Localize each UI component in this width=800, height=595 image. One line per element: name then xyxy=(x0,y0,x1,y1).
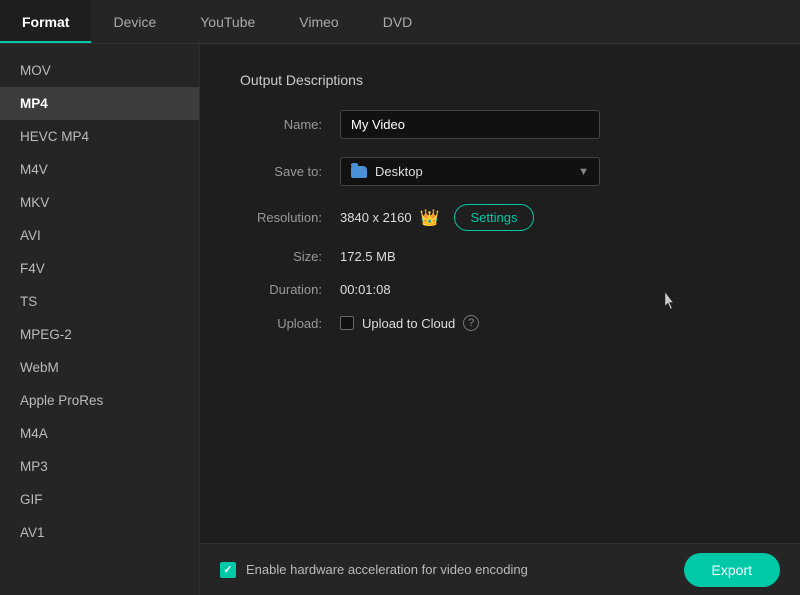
sidebar-item-ts[interactable]: TS xyxy=(0,285,199,318)
tab-vimeo[interactable]: Vimeo xyxy=(277,0,360,43)
hardware-accel-checkbox[interactable] xyxy=(220,562,236,578)
save-to-value: Desktop xyxy=(375,164,423,179)
sidebar-item-gif[interactable]: GIF xyxy=(0,483,199,516)
sidebar-item-mp3[interactable]: MP3 xyxy=(0,450,199,483)
bottom-bar: Enable hardware acceleration for video e… xyxy=(200,543,800,595)
sidebar: MOV MP4 HEVC MP4 M4V MKV AVI F4V TS MPEG… xyxy=(0,44,200,595)
tab-device[interactable]: Device xyxy=(91,0,178,43)
tab-bar: Format Device YouTube Vimeo DVD xyxy=(0,0,800,44)
duration-label: Duration: xyxy=(240,282,340,297)
size-value: 172.5 MB xyxy=(340,249,396,264)
crown-icon: 👑 xyxy=(420,208,440,228)
sidebar-item-hevc-mp4[interactable]: HEVC MP4 xyxy=(0,120,199,153)
hardware-accel-row: Enable hardware acceleration for video e… xyxy=(220,562,528,578)
help-icon[interactable]: ? xyxy=(463,315,479,331)
save-to-dropdown[interactable]: Desktop ▼ xyxy=(340,157,600,186)
sidebar-item-mkv[interactable]: MKV xyxy=(0,186,199,219)
sidebar-item-m4a[interactable]: M4A xyxy=(0,417,199,450)
upload-controls: Upload to Cloud ? xyxy=(340,315,479,331)
duration-value: 00:01:08 xyxy=(340,282,391,297)
name-label: Name: xyxy=(240,117,340,132)
folder-icon xyxy=(351,166,367,178)
resolution-row: Resolution: 3840 x 2160 👑 Settings xyxy=(240,204,760,231)
sidebar-item-apple-prores[interactable]: Apple ProRes xyxy=(0,384,199,417)
sidebar-item-av1[interactable]: AV1 xyxy=(0,516,199,549)
tab-youtube[interactable]: YouTube xyxy=(178,0,277,43)
save-to-label: Save to: xyxy=(240,164,340,179)
chevron-down-icon: ▼ xyxy=(578,166,589,178)
content-area: Output Descriptions Name: Save to: Deskt… xyxy=(200,44,800,595)
sidebar-item-f4v[interactable]: F4V xyxy=(0,252,199,285)
settings-button[interactable]: Settings xyxy=(454,204,535,231)
sidebar-item-mov[interactable]: MOV xyxy=(0,54,199,87)
tab-dvd[interactable]: DVD xyxy=(361,0,435,43)
sidebar-item-avi[interactable]: AVI xyxy=(0,219,199,252)
upload-to-cloud-label[interactable]: Upload to Cloud xyxy=(362,316,455,331)
save-to-row: Save to: Desktop ▼ xyxy=(240,157,760,186)
section-title: Output Descriptions xyxy=(240,72,760,88)
sidebar-item-mp4[interactable]: MP4 xyxy=(0,87,199,120)
size-label: Size: xyxy=(240,249,340,264)
name-input[interactable] xyxy=(340,110,600,139)
export-button[interactable]: Export xyxy=(684,553,780,587)
sidebar-item-mpeg2[interactable]: MPEG-2 xyxy=(0,318,199,351)
sidebar-item-m4v[interactable]: M4V xyxy=(0,153,199,186)
sidebar-item-webm[interactable]: WebM xyxy=(0,351,199,384)
upload-row: Upload: Upload to Cloud ? xyxy=(240,315,760,331)
name-row: Name: xyxy=(240,110,760,139)
size-row: Size: 172.5 MB xyxy=(240,249,760,264)
upload-to-cloud-checkbox[interactable] xyxy=(340,316,354,330)
tab-format[interactable]: Format xyxy=(0,0,91,43)
resolution-value: 3840 x 2160 xyxy=(340,210,412,225)
hardware-accel-label: Enable hardware acceleration for video e… xyxy=(246,562,528,577)
upload-label: Upload: xyxy=(240,316,340,331)
main-layout: MOV MP4 HEVC MP4 M4V MKV AVI F4V TS MPEG… xyxy=(0,44,800,595)
resolution-label: Resolution: xyxy=(240,210,340,225)
duration-row: Duration: 00:01:08 xyxy=(240,282,760,297)
output-form: Name: Save to: Desktop ▼ Resolution: 384… xyxy=(240,110,760,331)
